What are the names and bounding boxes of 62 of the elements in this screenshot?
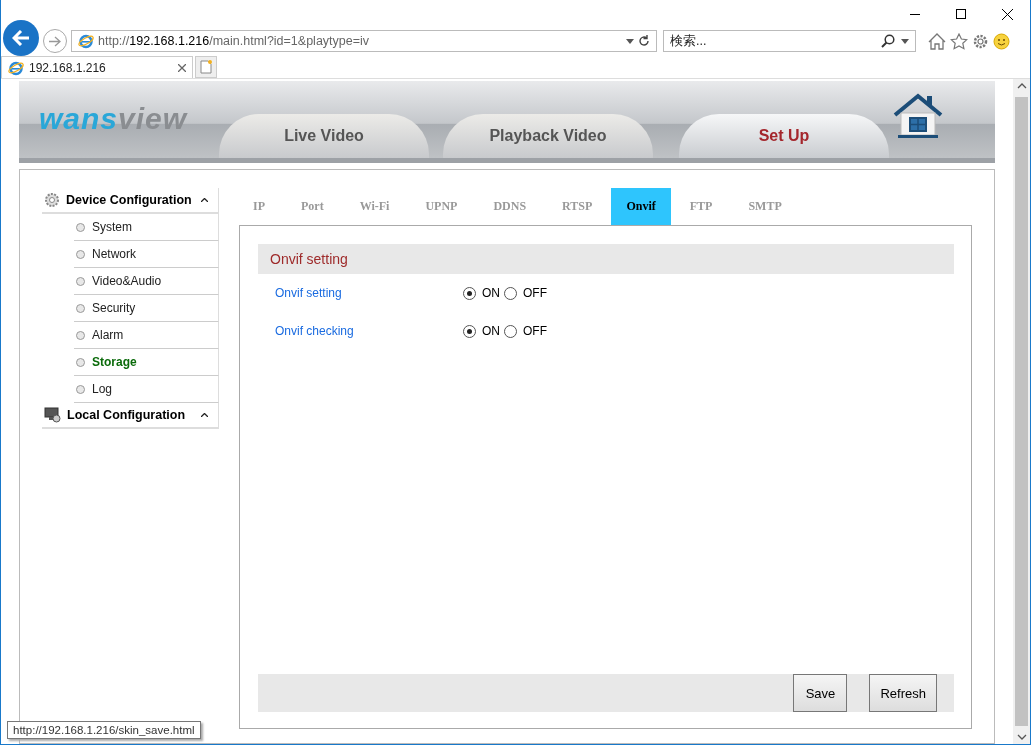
option-label: OFF bbox=[523, 324, 547, 338]
sidebar-item[interactable]: Alarm bbox=[74, 322, 219, 349]
bullet-icon bbox=[76, 276, 85, 286]
sidebar-item[interactable]: System bbox=[74, 214, 219, 241]
radio-button[interactable] bbox=[463, 286, 476, 300]
bullet-icon bbox=[76, 249, 85, 259]
search-icon bbox=[881, 34, 895, 48]
dropdown-icon bbox=[626, 38, 634, 44]
url-text: http://192.168.1.216/main.html?id=1&playtype=iv bbox=[98, 34, 371, 48]
right-arrow-icon bbox=[49, 35, 61, 47]
action-button[interactable]: Save bbox=[793, 674, 848, 712]
browser-tab[interactable]: 192.168.1.216 bbox=[1, 56, 193, 78]
settings-tab[interactable]: Onvif bbox=[611, 188, 671, 225]
settings-icon[interactable] bbox=[972, 32, 989, 50]
new-page-icon bbox=[200, 60, 212, 74]
star-icon[interactable] bbox=[950, 32, 968, 50]
bullet-icon bbox=[76, 222, 85, 232]
sidebar-item[interactable]: Security bbox=[74, 295, 219, 322]
radio-button[interactable] bbox=[504, 286, 517, 300]
setting-label: Onvif checking bbox=[275, 324, 355, 338]
sidebar-item[interactable]: Storage bbox=[74, 349, 219, 376]
close-icon bbox=[1001, 8, 1013, 20]
minimize-icon bbox=[910, 13, 920, 15]
house-icon[interactable] bbox=[893, 93, 943, 139]
radio-button[interactable] bbox=[463, 324, 476, 338]
dropdown-icon bbox=[901, 38, 909, 44]
nav-tab[interactable]: Set Up bbox=[679, 114, 889, 158]
status-url-tooltip: http://192.168.1.216/skin_save.html bbox=[7, 721, 201, 739]
sidebar-group[interactable]: Device Configuration bbox=[42, 188, 219, 214]
address-bar[interactable]: http://192.168.1.216/main.html?id=1&playtype=iv bbox=[71, 30, 657, 52]
bullet-icon bbox=[76, 330, 85, 340]
smiley-icon[interactable] bbox=[993, 32, 1010, 50]
nav-tab[interactable]: Playback Video bbox=[443, 114, 653, 158]
bullet-icon bbox=[76, 303, 85, 313]
sidebar-item[interactable]: Network bbox=[74, 241, 219, 268]
bullet-icon bbox=[76, 357, 85, 367]
browser-logo-icon bbox=[8, 59, 24, 76]
section-header: Onvif setting bbox=[258, 244, 954, 274]
left-arrow-icon bbox=[12, 30, 30, 46]
sidebar-item[interactable]: Video&Audio bbox=[74, 268, 219, 295]
option-label: ON bbox=[482, 286, 500, 300]
chevron-up-icon bbox=[201, 198, 208, 202]
sidebar-group[interactable]: Local Configuration bbox=[42, 403, 219, 429]
browser-logo-icon bbox=[78, 33, 94, 49]
search-bar[interactable]: 検索... bbox=[663, 30, 916, 52]
setting-label: Onvif setting bbox=[275, 286, 343, 300]
sidebar-item[interactable]: Log bbox=[74, 376, 219, 403]
refresh-icon bbox=[638, 35, 650, 47]
monitor-gear-icon bbox=[44, 407, 61, 423]
gear-icon bbox=[44, 192, 60, 208]
maximize-icon bbox=[956, 9, 966, 19]
home-icon[interactable] bbox=[928, 32, 946, 50]
close-icon[interactable] bbox=[178, 63, 186, 72]
option-label: ON bbox=[482, 324, 500, 338]
option-label: OFF bbox=[523, 286, 547, 300]
bullet-icon bbox=[76, 384, 85, 394]
back-button[interactable] bbox=[3, 20, 39, 56]
radio-button[interactable] bbox=[504, 324, 517, 338]
brand-logo: wansview bbox=[39, 102, 189, 136]
nav-tab[interactable]: Live Video bbox=[219, 114, 429, 158]
action-button[interactable]: Refresh bbox=[869, 674, 937, 712]
chevron-up-icon bbox=[201, 413, 208, 417]
